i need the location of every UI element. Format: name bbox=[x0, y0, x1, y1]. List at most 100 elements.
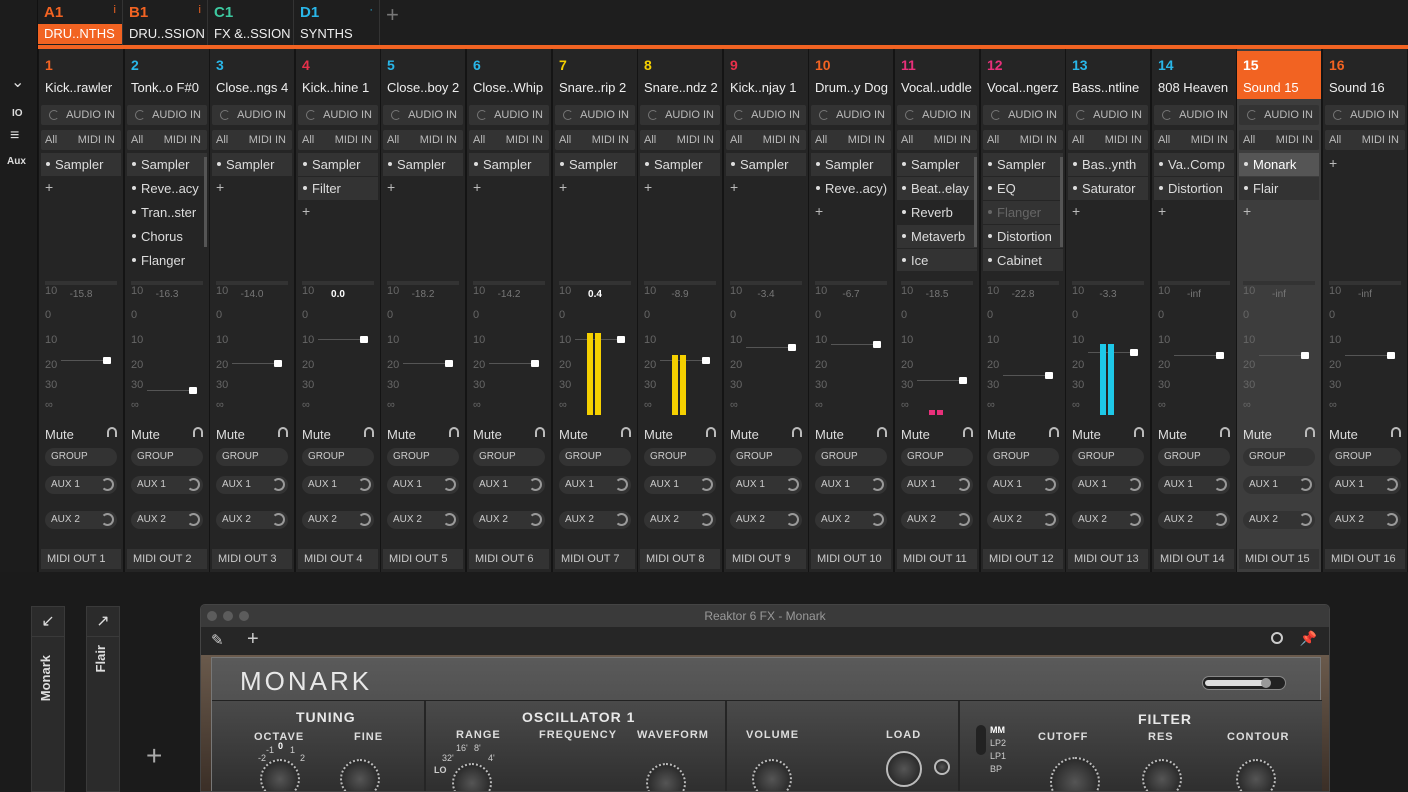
aux2-knob-icon[interactable] bbox=[272, 513, 285, 526]
plugin-slot[interactable]: Distortion bbox=[1154, 177, 1234, 200]
group-tab-d1[interactable]: D1 · SYNTHS bbox=[294, 0, 380, 46]
headphones-icon[interactable] bbox=[1134, 427, 1144, 437]
mute-button[interactable]: Mute bbox=[216, 427, 245, 442]
channel-header[interactable]: 13 Bass..ntline bbox=[1066, 51, 1150, 99]
fader-handle[interactable] bbox=[1301, 352, 1309, 359]
midi-out-button[interactable]: MIDI OUT 11 bbox=[897, 549, 977, 569]
aux1-send[interactable]: AUX 1 bbox=[45, 476, 117, 494]
fader-handle[interactable] bbox=[873, 341, 881, 348]
midi-in-button[interactable]: All MIDI IN bbox=[1239, 130, 1319, 150]
headphones-icon[interactable] bbox=[107, 427, 117, 437]
aux2-knob-icon[interactable] bbox=[1385, 513, 1398, 526]
fader-handle[interactable] bbox=[1387, 352, 1395, 359]
zoom-window-button[interactable] bbox=[239, 611, 249, 621]
aux1-knob-icon[interactable] bbox=[615, 478, 628, 491]
channel-header[interactable]: 7 Snare..rip 2 bbox=[553, 51, 637, 99]
channel-header[interactable]: 2 Tonk..o F#0 bbox=[125, 51, 209, 99]
aux2-knob-icon[interactable] bbox=[700, 513, 713, 526]
group-button[interactable]: GROUP bbox=[387, 448, 459, 466]
audio-in-button[interactable]: AUDIO IN bbox=[298, 105, 378, 125]
mute-button[interactable]: Mute bbox=[1243, 427, 1272, 442]
midi-out-button[interactable]: MIDI OUT 5 bbox=[383, 549, 463, 569]
pencil-icon[interactable]: ✎ bbox=[211, 631, 224, 649]
audio-in-button[interactable]: AUDIO IN bbox=[726, 105, 806, 125]
aux2-send[interactable]: AUX 2 bbox=[901, 511, 973, 529]
midi-in-button[interactable]: All MIDI IN bbox=[1068, 130, 1148, 150]
plugin-slot[interactable]: Saturator bbox=[1068, 177, 1148, 200]
aux2-send[interactable]: AUX 2 bbox=[1158, 511, 1230, 529]
aux1-knob-icon[interactable] bbox=[1128, 478, 1141, 491]
aux2-send[interactable]: AUX 2 bbox=[987, 511, 1059, 529]
aux2-send[interactable]: AUX 2 bbox=[131, 511, 203, 529]
headphones-icon[interactable] bbox=[449, 427, 459, 437]
midi-in-button[interactable]: All MIDI IN bbox=[127, 130, 207, 150]
arrow-up-right-icon[interactable]: ↗ bbox=[87, 607, 119, 637]
fader-handle[interactable] bbox=[274, 360, 282, 367]
midi-out-button[interactable]: MIDI OUT 10 bbox=[811, 549, 891, 569]
aux2-knob-icon[interactable] bbox=[871, 513, 884, 526]
aux-button[interactable]: Aux bbox=[7, 156, 26, 167]
channel-header[interactable]: 16 Sound 16 bbox=[1323, 51, 1407, 99]
contour-knob[interactable] bbox=[1236, 759, 1276, 791]
channel-header[interactable]: 15 Sound 15 bbox=[1237, 51, 1321, 99]
aux2-knob-icon[interactable] bbox=[957, 513, 970, 526]
midi-in-button[interactable]: All MIDI IN bbox=[212, 130, 292, 150]
aux1-knob-icon[interactable] bbox=[1385, 478, 1398, 491]
cutoff-knob[interactable] bbox=[1050, 757, 1100, 791]
aux1-send[interactable]: AUX 1 bbox=[559, 476, 631, 494]
plugin-slot[interactable]: Reve..acy bbox=[127, 177, 207, 200]
audio-in-button[interactable]: AUDIO IN bbox=[1239, 105, 1319, 125]
midi-out-button[interactable]: MIDI OUT 6 bbox=[469, 549, 549, 569]
audio-in-button[interactable]: AUDIO IN bbox=[212, 105, 292, 125]
aux1-send[interactable]: AUX 1 bbox=[815, 476, 887, 494]
plugin-list-scrollbar[interactable] bbox=[1060, 157, 1063, 247]
midi-out-button[interactable]: MIDI OUT 2 bbox=[127, 549, 207, 569]
plugin-slot[interactable]: Cabinet bbox=[983, 249, 1063, 271]
audio-in-button[interactable]: AUDIO IN bbox=[1325, 105, 1405, 125]
plugin-slot[interactable]: Sampler bbox=[983, 153, 1063, 176]
add-plugin-button[interactable]: + bbox=[1239, 201, 1319, 221]
plugin-slot[interactable]: Tran..ster bbox=[127, 201, 207, 224]
midi-in-button[interactable]: All MIDI IN bbox=[298, 130, 378, 150]
audio-in-button[interactable]: AUDIO IN bbox=[897, 105, 977, 125]
plugin-slot[interactable]: Chorus bbox=[127, 225, 207, 248]
aux1-knob-icon[interactable] bbox=[786, 478, 799, 491]
group-tab-a1[interactable]: A1 i DRU..NTHS bbox=[38, 0, 123, 46]
midi-in-button[interactable]: All MIDI IN bbox=[1325, 130, 1405, 150]
headphones-icon[interactable] bbox=[193, 427, 203, 437]
midi-in-button[interactable]: All MIDI IN bbox=[897, 130, 977, 150]
add-plugin-button[interactable]: + bbox=[212, 177, 292, 197]
group-button[interactable]: GROUP bbox=[730, 448, 802, 466]
close-window-button[interactable] bbox=[207, 611, 217, 621]
headphones-icon[interactable] bbox=[1049, 427, 1059, 437]
fader-handle[interactable] bbox=[531, 360, 539, 367]
aux2-knob-icon[interactable] bbox=[1299, 513, 1312, 526]
aux2-knob-icon[interactable] bbox=[529, 513, 542, 526]
channel-header[interactable]: 11 Vocal..uddle bbox=[895, 51, 979, 99]
group-info-icon[interactable]: · bbox=[369, 4, 373, 16]
plugin-slot[interactable]: Sampler bbox=[555, 153, 635, 176]
aux1-knob-icon[interactable] bbox=[187, 478, 200, 491]
aux2-send[interactable]: AUX 2 bbox=[1243, 511, 1315, 529]
headphones-icon[interactable] bbox=[364, 427, 374, 437]
aux2-send[interactable]: AUX 2 bbox=[644, 511, 716, 529]
plugin-slot-monark[interactable]: ↙ Monark bbox=[31, 606, 65, 792]
midi-in-button[interactable]: All MIDI IN bbox=[1154, 130, 1234, 150]
channel-header[interactable]: 14 808 Heaven bbox=[1152, 51, 1236, 99]
audio-in-button[interactable]: AUDIO IN bbox=[1068, 105, 1148, 125]
midi-out-button[interactable]: MIDI OUT 3 bbox=[212, 549, 292, 569]
aux2-send[interactable]: AUX 2 bbox=[216, 511, 288, 529]
audio-in-button[interactable]: AUDIO IN bbox=[983, 105, 1063, 125]
aux2-send[interactable]: AUX 2 bbox=[1072, 511, 1144, 529]
aux1-knob-icon[interactable] bbox=[358, 478, 371, 491]
plugin-slot[interactable]: Sampler bbox=[41, 153, 121, 176]
plugin-slot-flair[interactable]: ↗ Flair bbox=[86, 606, 120, 792]
add-plugin-button[interactable]: + bbox=[383, 177, 463, 197]
pin-icon[interactable]: 📌 bbox=[1300, 630, 1317, 647]
collapse-chevron-icon[interactable]: ⌄ bbox=[11, 72, 24, 92]
midi-out-button[interactable]: MIDI OUT 1 bbox=[41, 549, 121, 569]
aux2-send[interactable]: AUX 2 bbox=[1329, 511, 1401, 529]
aux2-send[interactable]: AUX 2 bbox=[387, 511, 459, 529]
minimize-window-button[interactable] bbox=[223, 611, 233, 621]
plugin-slot[interactable]: Monark bbox=[1239, 153, 1319, 176]
